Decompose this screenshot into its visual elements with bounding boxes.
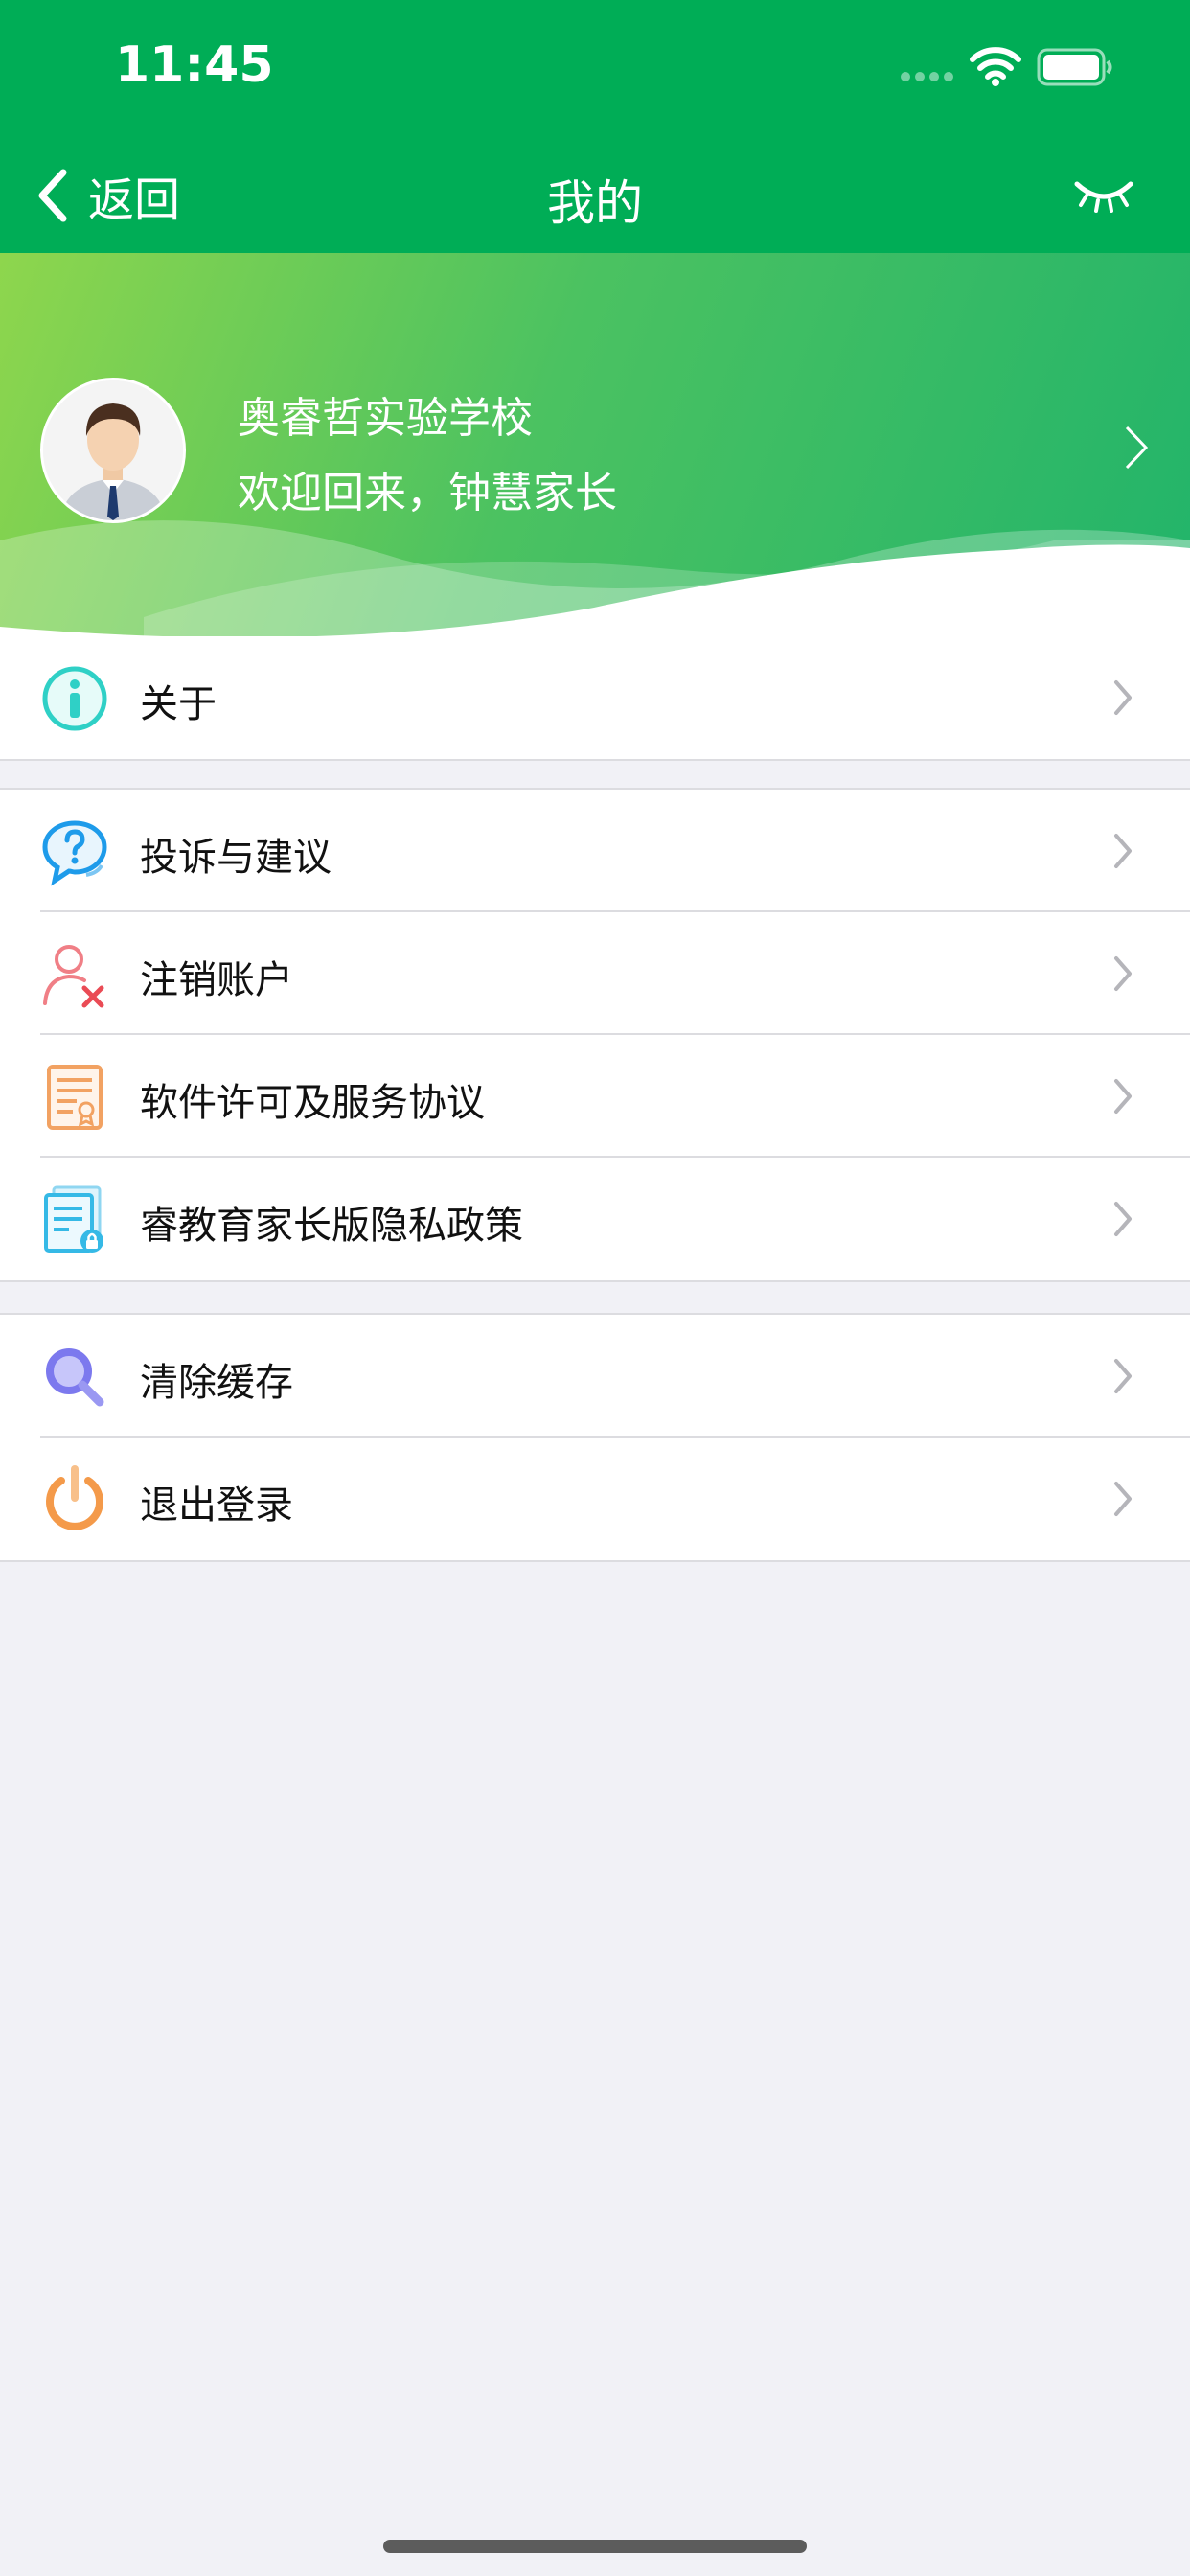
menu-item-about[interactable]: 关于	[0, 636, 1190, 759]
eye-closed-icon[interactable]	[1073, 172, 1134, 215]
chevron-right-icon	[1114, 834, 1132, 868]
profile-header[interactable]: 奥睿哲实验学校 欢迎回来，钟慧家长	[0, 253, 1190, 636]
info-icon	[42, 666, 107, 731]
chevron-right-icon	[1125, 426, 1149, 470]
chevron-right-icon	[1114, 1359, 1132, 1393]
chevron-right-icon	[1114, 1079, 1132, 1114]
menu-item-clear-cache[interactable]: 清除缓存	[0, 1315, 1190, 1438]
menu-label-logout: 退出登录	[140, 1484, 293, 1528]
menu-item-feedback[interactable]: 投诉与建议	[0, 790, 1190, 912]
menu-group-account: 投诉与建议 注销账户 软件许可及服务协议 睿教育家长版隐私政策	[0, 788, 1190, 1282]
menu-group-system: 清除缓存 退出登录	[0, 1313, 1190, 1562]
certificate-document-icon	[47, 1065, 103, 1130]
menu-label-privacy: 睿教育家长版隐私政策	[140, 1204, 523, 1248]
menu-label-clear-cache: 清除缓存	[140, 1361, 293, 1405]
page-title: 我的	[547, 175, 643, 231]
menu-item-logout[interactable]: 退出登录	[0, 1438, 1190, 1560]
menu-label-about: 关于	[140, 682, 217, 726]
menu-label-license: 软件许可及服务协议	[140, 1081, 485, 1125]
home-indicator	[383, 2540, 807, 2553]
chevron-right-icon	[1114, 1202, 1132, 1236]
welcome-text: 欢迎回来，钟慧家长	[238, 469, 617, 518]
battery-icon	[1037, 48, 1112, 86]
navigation-bar: 返回 我的	[0, 134, 1190, 255]
status-time: 11:45	[115, 36, 274, 94]
menu-item-cancel-account[interactable]: 注销账户	[0, 912, 1190, 1035]
menu-group-about: 关于	[0, 636, 1190, 761]
user-remove-icon	[43, 945, 104, 1008]
menu-item-privacy[interactable]: 睿教育家长版隐私政策	[0, 1158, 1190, 1280]
menu-item-license[interactable]: 软件许可及服务协议	[0, 1035, 1190, 1158]
school-name: 奥睿哲实验学校	[238, 394, 533, 443]
avatar	[40, 378, 186, 523]
search-magnifier-icon	[46, 1348, 104, 1407]
chevron-right-icon	[1114, 680, 1132, 715]
wifi-icon	[970, 47, 1021, 86]
question-chat-icon	[42, 820, 107, 886]
power-icon	[46, 1465, 103, 1530]
menu-label-cancel-account: 注销账户	[140, 958, 293, 1002]
cellular-signal-icon	[901, 72, 953, 81]
status-bar: 11:45	[0, 0, 1190, 134]
avatar-person-icon	[43, 380, 183, 520]
chevron-right-icon	[1114, 1482, 1132, 1516]
chevron-right-icon	[1114, 956, 1132, 991]
menu-label-feedback: 投诉与建议	[140, 836, 332, 880]
privacy-lock-document-icon	[44, 1185, 103, 1253]
